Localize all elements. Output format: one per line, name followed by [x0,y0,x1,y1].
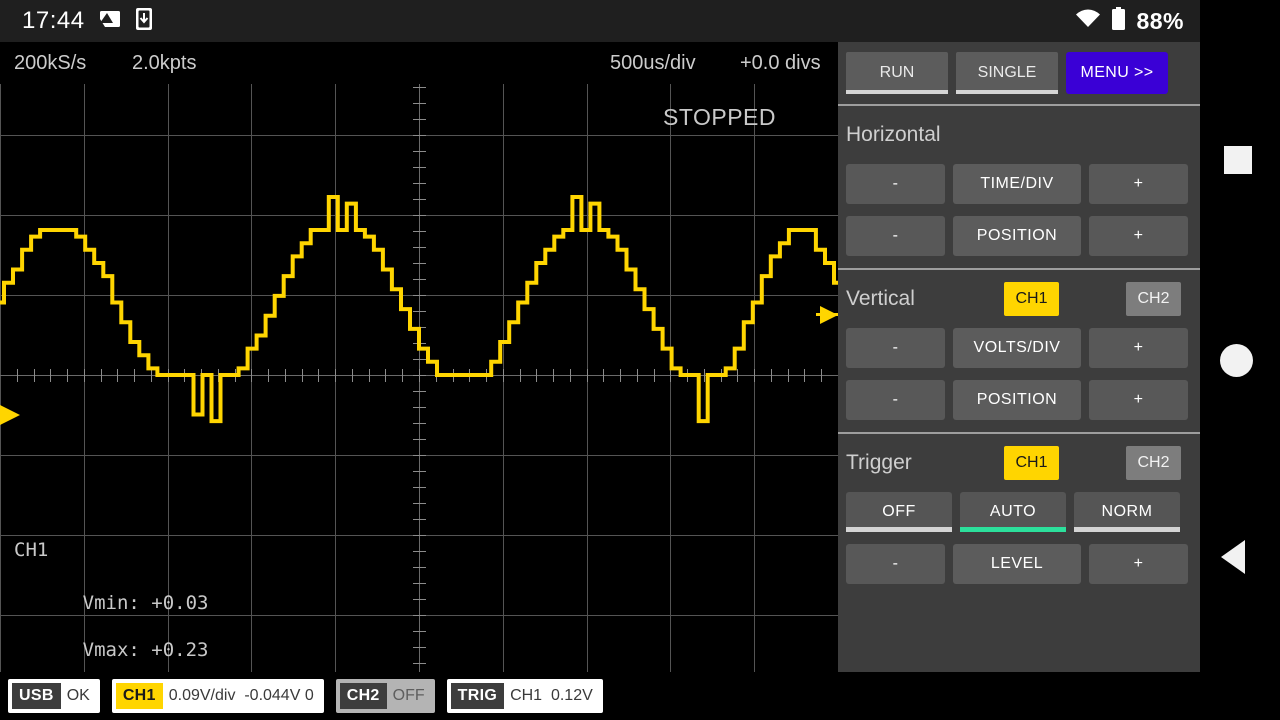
run-button-underline [846,90,948,94]
trigger-off-label: OFF [882,503,916,520]
trigger-ch1-button[interactable]: CH1 [1004,446,1059,480]
panel-top-row: RUN SINGLE MENU >> [838,42,1200,104]
trigger-off-underline [846,527,952,532]
trigger-section-header: Trigger CH1 CH2 [838,434,1200,492]
horizontal-position-row: - POSITION + [838,216,1200,268]
ch2-tag-label: CH2 [339,683,387,709]
run-button-label: RUN [879,64,915,81]
status-bar-right: 88% [1075,6,1200,36]
trigger-auto-underline-selected [960,527,1066,532]
voltsdiv-minus-button[interactable]: - [846,328,945,368]
scope-info-bar: 200kS/s 2.0kpts 500us/div +0.0 divs [0,42,838,120]
timediv-plus-button[interactable]: + [1089,164,1188,204]
usb-tag-label: USB [12,683,61,709]
horizontal-position-plus-button[interactable]: + [1089,216,1188,256]
vertical-section-title: Vertical [846,287,915,310]
vertical-section-header: Vertical CH1 CH2 [838,270,1200,328]
trigger-mode-row: OFF AUTO NORM [838,492,1200,544]
single-button-label: SINGLE [977,64,1037,81]
clock-text: 17:44 [22,7,85,34]
run-button[interactable]: RUN [846,52,948,94]
vertical-position-plus-button[interactable]: + [1089,380,1188,420]
ch1-tag-label: CH1 [115,683,163,709]
voltsdiv-plus-button[interactable]: + [1089,328,1188,368]
control-panel: RUN SINGLE MENU >> Horizontal - TIME/DIV… [838,42,1200,672]
acquisition-status-text: STOPPED [663,104,776,130]
trigger-norm-button[interactable]: NORM [1074,492,1180,532]
ch1-ground-marker-icon[interactable] [0,405,20,425]
trigger-level-label-button[interactable]: LEVEL [953,544,1081,584]
horizontal-timediv-row: - TIME/DIV + [838,164,1200,216]
ch2-status-chip[interactable]: CH2 OFF [335,679,435,713]
single-button[interactable]: SINGLE [956,52,1058,94]
ch1-status-value: 0.09V/div -0.044V 0 [168,687,314,704]
trigger-auto-label: AUTO [989,503,1037,520]
app-download-icon [135,7,153,36]
horizontal-offset-text: +0.0 divs [740,52,821,74]
trig-tag-label: TRIG [450,683,505,709]
scope-app-screen: 17:44 88% 200kS/s 2.0kpts 500us/div +0.0… [0,0,1280,720]
measurement-line: Vmin: +0.03 [82,592,209,614]
trigger-level-marker-line [816,313,838,316]
trigger-ch2-button[interactable]: CH2 [1126,446,1181,480]
waveform-display[interactable]: STOPPED CH1 Vmin: +0.03 Vmax: +0.23 Vpp … [0,84,838,672]
single-button-underline [956,90,1058,94]
trigger-level-minus-button[interactable]: - [846,544,945,584]
trigger-norm-underline [1074,527,1180,532]
timediv-label-button[interactable]: TIME/DIV [953,164,1081,204]
measurement-readout: CH1 Vmin: +0.03 Vmax: +0.23 Vpp : +0.21 … [14,492,231,672]
trigger-level-plus-button[interactable]: + [1089,544,1188,584]
trigger-level-row: - LEVEL + [838,544,1200,596]
recents-square-icon[interactable] [1224,146,1252,174]
battery-icon [1111,6,1126,36]
horizontal-position-minus-button[interactable]: - [846,216,945,256]
menu-button-label: MENU >> [1080,64,1154,81]
android-status-bar: 17:44 88% [0,0,1200,42]
horizontal-section: Horizontal - TIME/DIV + - POSITION + [838,106,1200,268]
vertical-position-row: - POSITION + [838,380,1200,432]
horizontal-position-label-button[interactable]: POSITION [953,216,1081,256]
horizontal-section-header: Horizontal [838,106,1200,164]
trigger-auto-button[interactable]: AUTO [960,492,1066,532]
vertical-voltsdiv-row: - VOLTS/DIV + [838,328,1200,380]
trigger-section-title: Trigger [846,451,912,474]
voltsdiv-label-button[interactable]: VOLTS/DIV [953,328,1081,368]
wifi-icon [1075,9,1101,34]
trigger-norm-label: NORM [1101,503,1153,520]
time-per-div-text: 500us/div [610,52,696,74]
ch2-status-value: OFF [392,687,425,704]
status-bar-left: 17:44 [0,7,153,36]
vertical-position-minus-button[interactable]: - [846,380,945,420]
home-circle-icon[interactable] [1220,344,1253,377]
trigger-status-chip[interactable]: TRIG CH1 0.12V [446,679,603,713]
gallery-icon [99,9,121,34]
vertical-ch1-button[interactable]: CH1 [1004,282,1059,316]
back-triangle-icon[interactable] [1221,540,1245,574]
menu-button[interactable]: MENU >> [1066,52,1168,94]
record-points-text: 2.0kpts [132,52,197,74]
sample-rate-text: 200kS/s [14,52,87,74]
vertical-position-label-button[interactable]: POSITION [953,380,1081,420]
bottom-status-bar: USB OK CH1 0.09V/div -0.044V 0 CH2 OFF T… [0,672,1200,720]
system-nav-bar [1200,0,1280,720]
timediv-minus-button[interactable]: - [846,164,945,204]
usb-status-chip[interactable]: USB OK [8,679,100,713]
trig-status-value: CH1 0.12V [510,687,593,704]
trigger-section: Trigger CH1 CH2 OFF AUTO NORM - LEVEL + [838,434,1200,596]
battery-percent-text: 88% [1136,7,1184,34]
horizontal-section-title: Horizontal [846,123,941,146]
vertical-ch2-button[interactable]: CH2 [1126,282,1181,316]
ch1-status-chip[interactable]: CH1 0.09V/div -0.044V 0 [111,679,324,713]
trigger-off-button[interactable]: OFF [846,492,952,532]
measurement-channel-label: CH1 [14,539,49,561]
usb-status-value: OK [66,687,90,704]
measurement-line: Vmax: +0.23 [82,639,209,661]
vertical-section: Vertical CH1 CH2 - VOLTS/DIV + - POSITIO… [838,270,1200,432]
